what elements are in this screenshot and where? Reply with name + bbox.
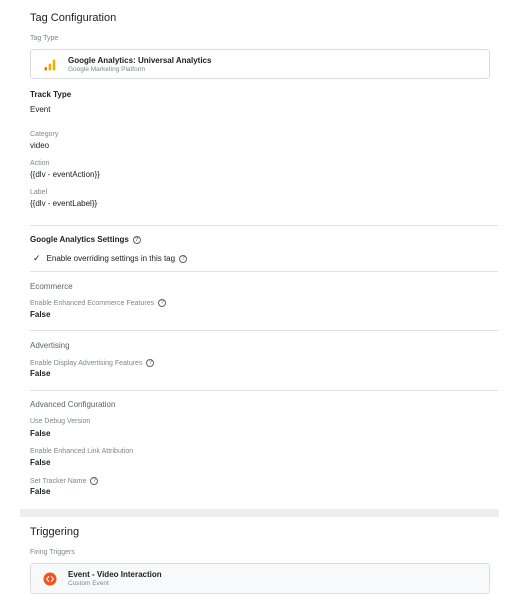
- category-label: Category: [30, 131, 59, 138]
- help-icon[interactable]: ?: [132, 235, 141, 244]
- help-icon[interactable]: ?: [90, 477, 99, 485]
- section-separator: [20, 509, 499, 517]
- tag-type-card[interactable]: Google Analytics: Universal Analytics Go…: [30, 49, 490, 79]
- link-attribution-label: Enable Enhanced Link Attribution: [30, 448, 134, 455]
- label-label: Label: [30, 189, 48, 196]
- enhanced-ecommerce-label: Enable Enhanced Ecommerce Features: [30, 299, 155, 307]
- ecommerce-label-row: Enable Enhanced Ecommerce Features?: [30, 299, 167, 307]
- advertising-label-row: Enable Display Advertising Features?: [30, 359, 155, 367]
- tracker-name-label: Set Tracker Name: [30, 477, 87, 485]
- advanced-configuration-title: Advanced Configuration: [30, 400, 116, 409]
- ga-settings-title: Google Analytics Settings?: [30, 235, 141, 244]
- debug-version-label: Use Debug Version: [30, 418, 91, 425]
- custom-event-icon: [43, 572, 57, 586]
- track-type-value: Event: [30, 105, 51, 114]
- label-value: {{dlv - eventLabel}}: [30, 199, 98, 208]
- ga-settings-title-text: Google Analytics Settings: [30, 235, 129, 244]
- help-icon[interactable]: ?: [179, 254, 188, 263]
- tag-type-label: Tag Type: [30, 35, 59, 42]
- advertising-title: Advertising: [30, 341, 70, 350]
- checkmark-icon: ✓: [33, 253, 41, 263]
- divider: [30, 225, 498, 226]
- triggering-title: Triggering: [30, 526, 80, 538]
- display-advertising-label: Enable Display Advertising Features: [30, 359, 143, 367]
- action-value: {{dlv - eventAction}}: [30, 170, 100, 179]
- link-attribution-value: False: [30, 458, 51, 467]
- track-type-label: Track Type: [30, 90, 72, 99]
- ecommerce-title: Ecommerce: [30, 282, 73, 291]
- enhanced-ecommerce-value: False: [30, 310, 51, 319]
- action-label: Action: [30, 160, 50, 167]
- help-icon[interactable]: ?: [158, 299, 167, 307]
- override-settings-row: ✓ Enable overriding settings in this tag?: [33, 253, 188, 264]
- tag-editor-page: Tag Configuration Tag Type Google Analyt…: [0, 0, 526, 607]
- category-value: video: [30, 141, 50, 150]
- tag-configuration-title: Tag Configuration: [30, 12, 117, 24]
- override-settings-text: Enable overriding settings in this tag: [46, 254, 176, 263]
- trigger-type: Custom Event: [68, 580, 109, 587]
- help-icon[interactable]: ?: [146, 359, 155, 367]
- tag-type-provider: Google Marketing Platform: [68, 66, 146, 73]
- display-advertising-value: False: [30, 369, 51, 378]
- tracker-name-label-row: Set Tracker Name?: [30, 477, 99, 485]
- trigger-card[interactable]: Event - Video Interaction Custom Event: [30, 563, 490, 594]
- tag-type-name: Google Analytics: Universal Analytics: [68, 56, 212, 65]
- debug-version-value: False: [30, 429, 51, 438]
- tracker-name-value: False: [30, 487, 51, 496]
- divider: [30, 271, 498, 272]
- divider: [30, 330, 498, 331]
- trigger-name: Event - Video Interaction: [68, 570, 162, 579]
- google-analytics-bars-icon: [44, 59, 56, 71]
- divider: [30, 390, 498, 391]
- firing-triggers-label: Firing Triggers: [30, 549, 75, 556]
